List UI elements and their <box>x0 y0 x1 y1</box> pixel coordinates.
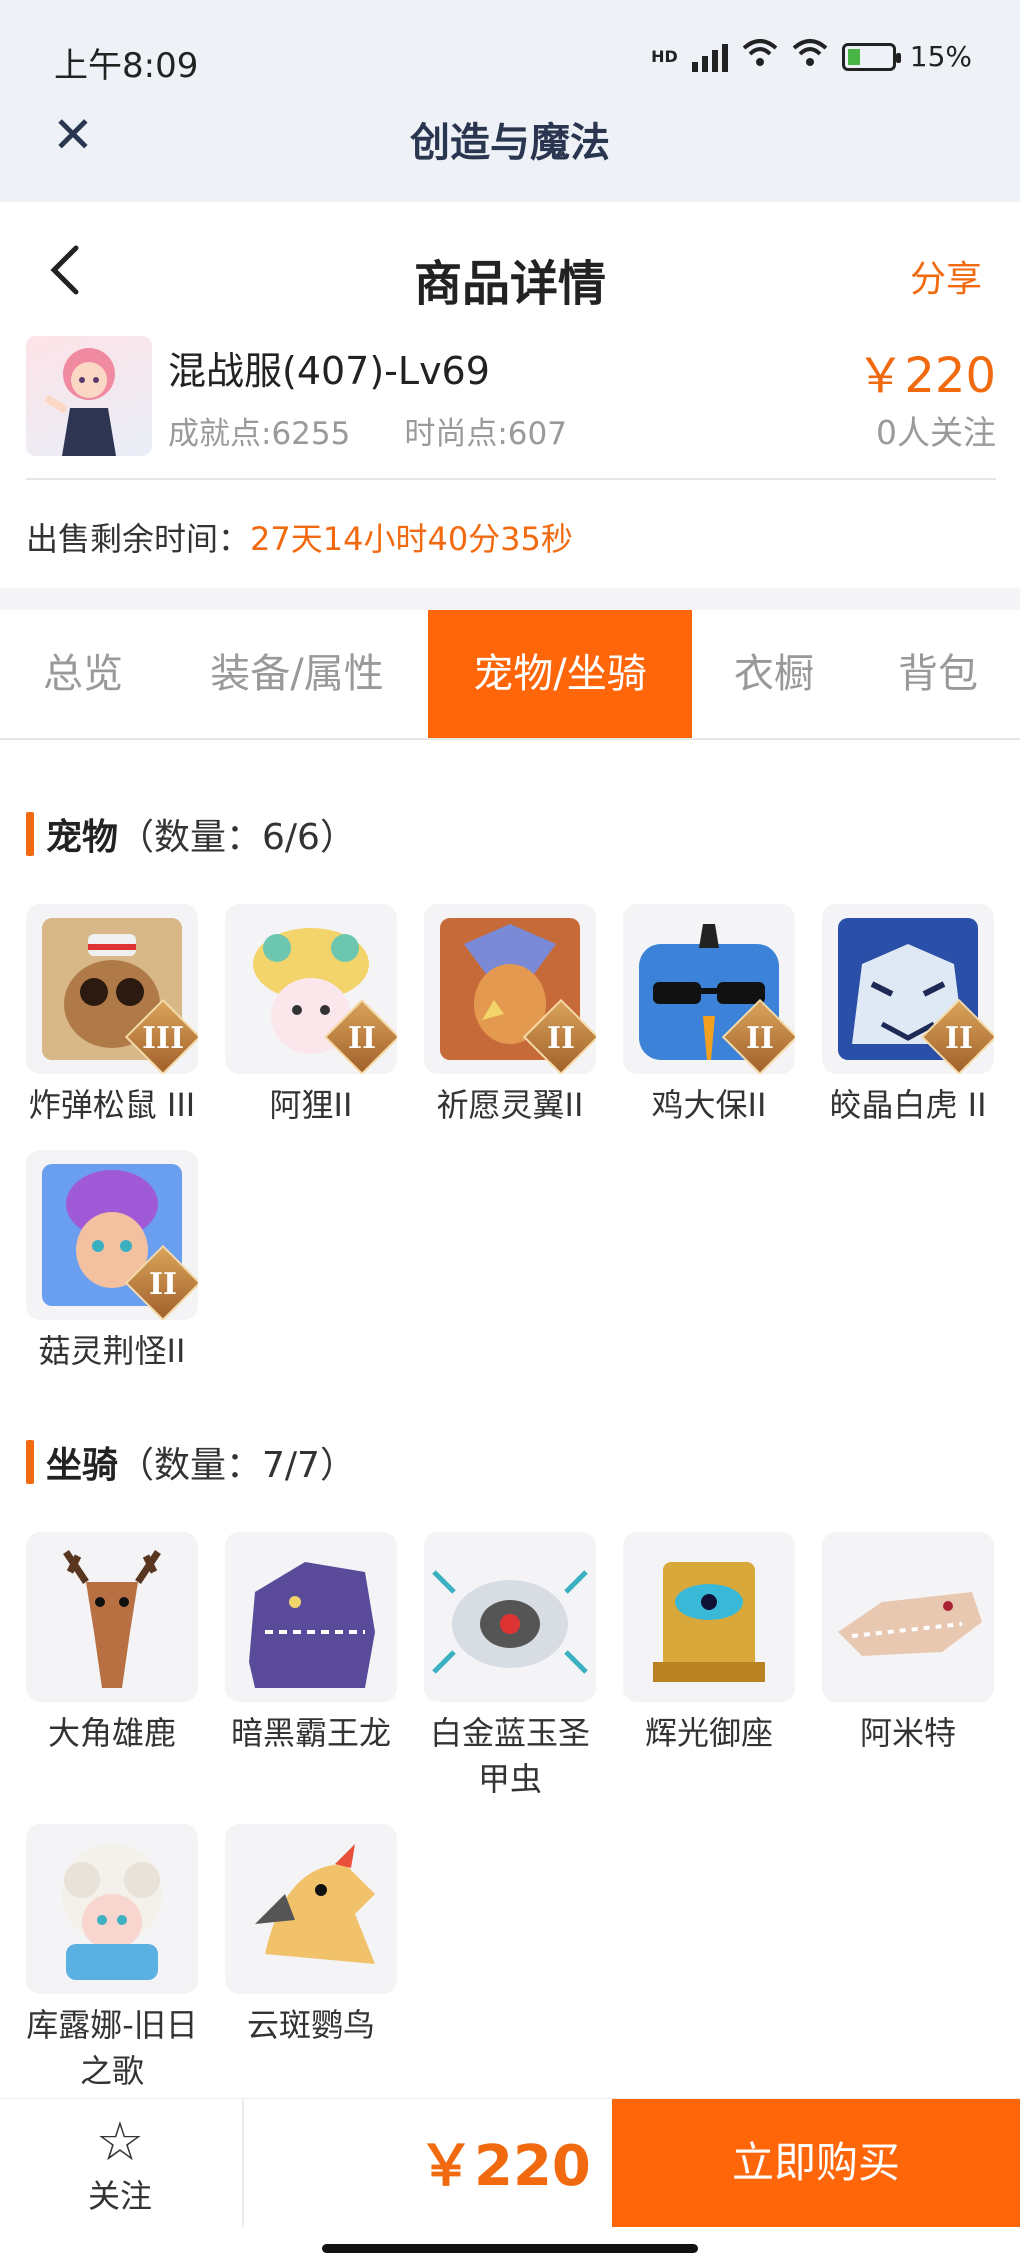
sale-time-label: 出售剩余时间： <box>26 520 251 558</box>
product-price: ￥220 <box>856 348 996 404</box>
home-indicator[interactable] <box>322 2244 698 2253</box>
pet-thumbnail: II <box>225 904 397 1074</box>
pet-name: 祈愿灵翼II <box>436 1086 584 1124</box>
mount-item[interactable]: 云斑鹦鸟 <box>225 1824 397 2048</box>
wifi-icon <box>742 38 778 75</box>
tier-badge-label: II <box>944 1021 974 1056</box>
mount-thumbnail <box>225 1824 397 1994</box>
tab-wardrobe[interactable]: 衣橱 <box>692 610 856 738</box>
achievement-points: 成就点:6255 <box>168 416 351 452</box>
follow-button[interactable]: ☆ 关注 <box>70 2113 170 2217</box>
mount-thumbnail <box>424 1532 596 1702</box>
pet-name: 阿狸II <box>269 1086 353 1124</box>
product-summary[interactable]: 混战服(407)-Lv69 成就点:6255 时尚点:607 ￥220 0人关注 <box>26 332 996 480</box>
pet-item[interactable]: II 皎晶白虎 II <box>822 904 994 1128</box>
section-marker <box>26 812 34 856</box>
tier-badge-label: III <box>142 1021 185 1056</box>
mount-item[interactable]: 暗黑霸王龙 <box>225 1532 397 1756</box>
tab-overview[interactable]: 总览 <box>0 610 166 738</box>
pet-name: 皎晶白虎 II <box>829 1086 987 1124</box>
signal-icon <box>691 42 728 72</box>
status-time: 上午8:09 <box>54 46 199 86</box>
pet-name: 菇灵荆怪II <box>38 1332 186 1370</box>
battery-icon <box>841 42 901 71</box>
pet-thumbnail: III <box>26 904 198 1074</box>
mount-item[interactable]: 白金蓝玉圣甲虫 <box>424 1532 596 1802</box>
mount-thumbnail <box>225 1532 397 1702</box>
tier-badge-label: II <box>546 1021 576 1056</box>
tab-backpack[interactable]: 背包 <box>856 610 1020 738</box>
mount-name: 暗黑霸王龙 <box>230 1714 391 1752</box>
mount-item[interactable]: 阿米特 <box>822 1532 994 1756</box>
mounts-title: 坐骑 <box>46 1445 119 1486</box>
sale-remaining-time: 出售剩余时间：27天14小时40分35秒 <box>26 514 573 560</box>
mount-name: 辉光御座 <box>644 1714 773 1752</box>
mount-name: 大角雄鹿 <box>47 1714 176 1752</box>
tier-badge-label: II <box>148 1267 178 1302</box>
mount-item[interactable]: 辉光御座 <box>623 1532 795 1756</box>
section-marker <box>26 1440 34 1484</box>
follower-count: 0人关注 <box>876 413 996 452</box>
page-header: 商品详情 分享 <box>0 202 1020 332</box>
buy-now-button[interactable]: 立即购买 <box>612 2099 1020 2227</box>
star-icon: ☆ <box>95 2110 145 2173</box>
mount-name: 白金蓝玉圣甲虫 <box>429 1714 590 1798</box>
tab-equipment[interactable]: 装备/属性 <box>166 610 428 738</box>
product-stats: 成就点:6255 时尚点:607 <box>168 408 567 453</box>
bottom-price: ￥220 <box>418 2134 591 2199</box>
pets-section-title: 宠物 （数量：6/6） <box>26 808 356 860</box>
section-divider <box>0 588 1020 610</box>
mount-thumbnail <box>822 1532 994 1702</box>
pet-name: 鸡大保II <box>651 1086 767 1124</box>
pets-count: （数量：6/6） <box>118 817 356 858</box>
pet-item[interactable]: II 菇灵荆怪II <box>26 1150 198 1374</box>
pet-thumbnail: II <box>822 904 994 1074</box>
pet-name: 炸弹松鼠 III <box>28 1086 196 1124</box>
fashion-points: 时尚点:607 <box>404 416 567 452</box>
pets-title: 宠物 <box>46 817 119 858</box>
mount-item[interactable]: 库露娜-旧日之歌 <box>26 1824 198 2094</box>
mount-item[interactable]: 大角雄鹿 <box>26 1532 198 1756</box>
hd-label: HD <box>651 47 678 66</box>
character-avatar <box>26 336 152 456</box>
pet-item[interactable]: II 阿狸II <box>225 904 397 1128</box>
app-title: 创造与魔法 <box>410 120 610 166</box>
pet-thumbnail: II <box>623 904 795 1074</box>
mounts-section-title: 坐骑 （数量：7/7） <box>26 1436 356 1488</box>
pet-item[interactable]: II 鸡大保II <box>623 904 795 1128</box>
page-title: 商品详情 <box>413 256 606 312</box>
mount-thumbnail <box>623 1532 795 1702</box>
detail-tabs: 总览 装备/属性 宠物/坐骑 衣橱 背包 <box>0 610 1020 740</box>
app-top-bar: 上午8:09 HD 15% ✕ 创造与魔法 <box>0 0 1020 202</box>
mount-thumbnail <box>26 1824 198 1994</box>
tab-pets-mounts[interactable]: 宠物/坐骑 <box>428 610 692 738</box>
bottom-action-bar: ☆ 关注 ￥220 立即购买 <box>0 2098 1020 2227</box>
follow-label: 关注 <box>87 2177 152 2215</box>
pet-thumbnail: II <box>26 1150 198 1320</box>
sale-time-value: 27天14小时40分35秒 <box>250 520 573 558</box>
bottom-divider <box>242 2099 244 2227</box>
status-icons: HD 15% <box>651 38 972 75</box>
mount-thumbnail <box>26 1532 198 1702</box>
pet-thumbnail: II <box>424 904 596 1074</box>
pet-item[interactable]: II 祈愿灵翼II <box>424 904 596 1128</box>
mount-name: 库露娜-旧日之歌 <box>26 2006 198 2090</box>
tier-badge-label: II <box>347 1021 377 1056</box>
mounts-count: （数量：7/7） <box>118 1445 356 1486</box>
mount-name: 云斑鹦鸟 <box>246 2006 375 2044</box>
product-name: 混战服(407)-Lv69 <box>168 349 490 393</box>
mount-name: 阿米特 <box>859 1714 956 1752</box>
tier-badge-label: II <box>745 1021 775 1056</box>
share-button[interactable]: 分享 <box>910 250 982 302</box>
battery-level: 15% <box>909 40 972 73</box>
pet-item[interactable]: III 炸弹松鼠 III <box>26 904 198 1128</box>
wifi-icon-2 <box>792 38 828 75</box>
